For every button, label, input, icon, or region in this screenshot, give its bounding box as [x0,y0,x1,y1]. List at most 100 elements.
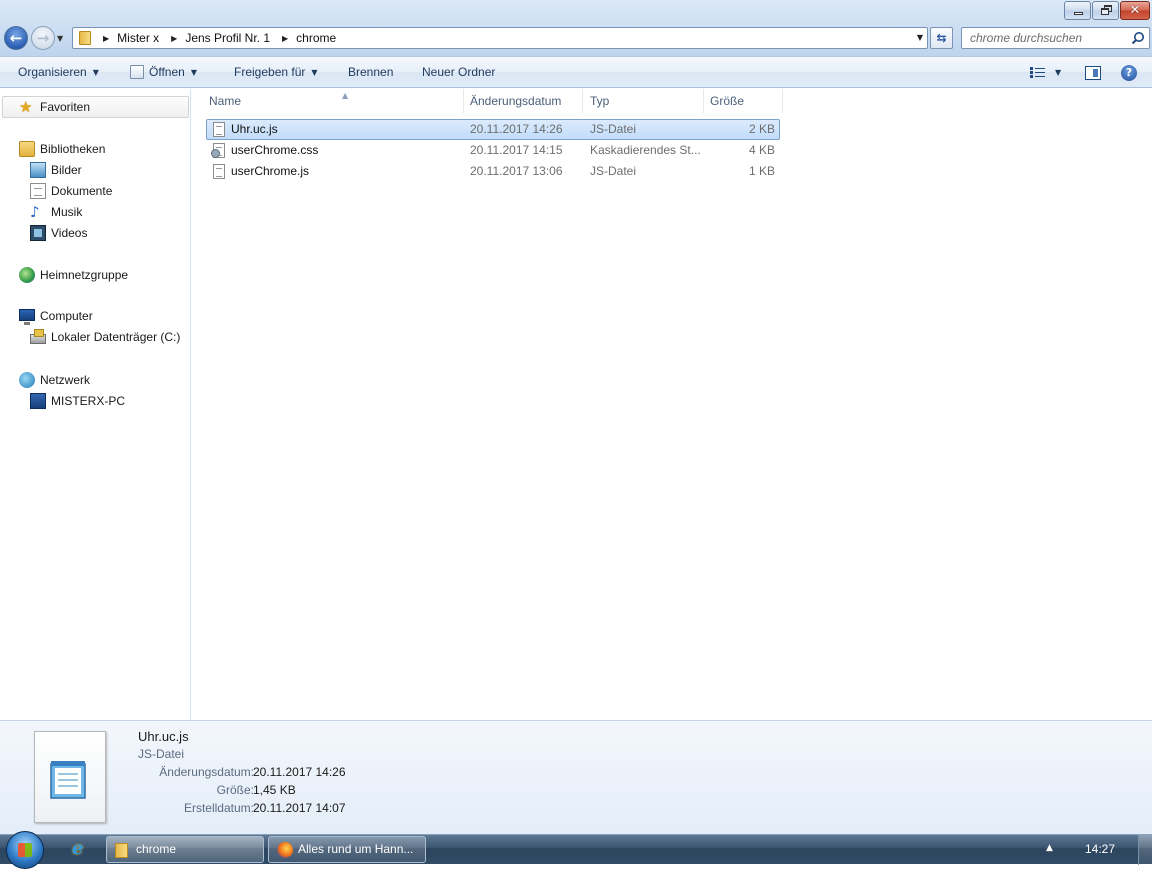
refresh-button[interactable]: ⇆ [930,27,953,49]
sidebar-item-local-disk[interactable]: Lokaler Datenträger (C:) [30,329,180,344]
sidebar-item-pc[interactable]: MISTERX-PC [30,393,125,409]
search-box[interactable] [961,27,1150,49]
taskbar-explorer-button[interactable]: chrome [106,836,264,863]
restore-icon-back [1101,8,1109,15]
show-hidden-icons-icon[interactable]: ▲ [1046,843,1053,853]
share-label: Freigeben für [234,65,306,79]
file-name: Uhr.uc.js [231,122,278,136]
sidebar-item-computer[interactable]: Computer [19,309,93,325]
file-date: 20.11.2017 14:15 [470,143,563,157]
chevron-down-icon: ▼ [92,68,99,77]
column-header-type[interactable]: Typ [585,89,704,113]
breadcrumb-item[interactable]: chrome [296,31,336,45]
search-input[interactable] [962,28,1126,48]
column-header-label: Typ [590,94,610,108]
folder-icon [115,843,128,858]
table-row[interactable]: Uhr.uc.js 20.11.2017 14:26 JS-Datei 2 KB [206,119,780,140]
sidebar-item-videos[interactable]: Videos [30,225,87,241]
chevron-down-icon: ▼ [311,68,318,77]
file-thumbnail [34,731,106,823]
column-header-size[interactable]: Größe [705,89,783,113]
file-name: userChrome.css [231,143,319,157]
back-button[interactable]: ← [4,26,28,50]
start-button[interactable] [6,831,44,869]
sidebar-item-label: Dokumente [51,184,113,198]
file-list: Name ▲ Änderungsdatum Typ Größe Uhr.uc.j… [192,89,1152,720]
details-value[interactable]: 20.11.2017 14:26 [253,765,346,779]
address-dropdown-icon[interactable]: ▼ [917,33,923,42]
view-dropdown-icon[interactable]: ▼ [1055,68,1061,77]
table-row[interactable]: userChrome.css 20.11.2017 14:15 Kaskadie… [206,140,780,161]
sidebar-item-label: MISTERX-PC [51,394,126,408]
minimize-button[interactable] [1064,1,1091,20]
sidebar-item-music[interactable]: ♪ Musik [30,204,82,220]
file-type: JS-Datei [590,122,637,136]
sidebar-item-label: Computer [40,309,93,323]
file-name: userChrome.js [231,164,310,178]
sidebar-item-label: Videos [51,226,88,240]
forward-button[interactable]: → [31,26,55,50]
breadcrumb-separator-icon[interactable]: ▶ [103,34,109,43]
view-options-icon[interactable] [1030,67,1045,78]
close-button[interactable]: ✕ [1120,1,1150,20]
burn-label: Brennen [348,65,394,79]
column-header-label: Änderungsdatum [470,94,562,108]
chevron-down-icon: ▼ [190,68,197,77]
search-icon[interactable] [1131,31,1145,45]
details-modified-row: Änderungsdatum: 20.11.2017 14:26 [138,765,438,783]
taskbar-label: Alles rund um Hann... [298,842,414,856]
details-label: Änderungsdatum: [159,765,254,779]
details-file-type: JS-Datei [138,747,185,761]
taskbar-firefox-button[interactable]: Alles rund um Hann... [268,836,426,863]
taskbar: e chrome Alles rund um Hann... ▲ 14:27 [0,831,1152,869]
clock[interactable]: 14:27 [1085,842,1115,856]
title-bar: ✕ ← → ▼ ▶ Mister x ▶ Jens Profil Nr. 1 ▶… [0,0,1152,56]
documents-icon [30,183,46,199]
open-button[interactable]: Öffnen ▼ [130,65,197,79]
command-bar: Organisieren ▼ Öffnen ▼ Freigeben für ▼ Bre… [0,56,1152,88]
breadcrumb-separator-icon[interactable]: ▶ [171,34,177,43]
details-value[interactable]: 20.11.2017 14:07 [253,801,346,815]
organize-button[interactable]: Organisieren ▼ [18,65,99,79]
burn-button[interactable]: Brennen [348,65,393,79]
notepad-icon [130,65,144,79]
column-header-date[interactable]: Änderungsdatum [465,89,583,113]
recent-pages-dropdown[interactable]: ▼ [57,34,63,43]
folder-icon [79,31,91,45]
sidebar-item-libraries[interactable]: Bibliotheken [19,141,105,157]
file-date: 20.11.2017 14:26 [470,122,563,136]
script-file-icon [213,122,225,137]
library-icon [19,141,35,157]
internet-explorer-icon[interactable]: e [72,840,90,858]
sidebar-item-label: Bibliotheken [40,142,106,156]
file-size: 2 KB [748,122,775,136]
details-pane: Uhr.uc.js JS-Datei Änderungsdatum: 20.11… [0,720,1152,834]
firefox-icon [277,842,293,858]
new-folder-label: Neuer Ordner [422,65,496,79]
homegroup-icon [19,267,35,283]
help-icon[interactable]: ? [1121,65,1137,81]
notepad-icon [50,761,86,799]
preview-pane-icon[interactable] [1085,66,1101,80]
sidebar-item-documents[interactable]: Dokumente [30,183,112,199]
share-button[interactable]: Freigeben für ▼ [234,65,318,79]
file-date: 20.11.2017 13:06 [470,164,563,178]
sidebar-item-homegroup[interactable]: Heimnetzgruppe [19,267,128,283]
column-header-name[interactable]: Name ▲ [204,89,464,113]
table-row[interactable]: userChrome.js 20.11.2017 13:06 JS-Datei … [206,161,780,182]
stylesheet-file-icon [211,143,225,158]
sidebar-item-label: Favoriten [40,100,91,114]
close-icon: ✕ [1129,3,1141,18]
sidebar-item-favorites[interactable]: ★ Favoriten [19,99,90,115]
breadcrumb-item[interactable]: Mister x [117,31,159,45]
show-desktop-button[interactable] [1138,835,1152,865]
breadcrumb-item[interactable]: Jens Profil Nr. 1 [185,31,270,45]
organize-label: Organisieren [18,65,87,79]
address-bar[interactable]: ▶ Mister x ▶ Jens Profil Nr. 1 ▶ chrome … [72,27,928,49]
sidebar-item-network[interactable]: Netzwerk [19,372,90,388]
new-folder-button[interactable]: Neuer Ordner [422,65,495,79]
sidebar-item-pictures[interactable]: Bilder [30,162,82,178]
maximize-button[interactable] [1092,1,1119,20]
breadcrumb-separator-icon[interactable]: ▶ [282,34,288,43]
open-label: Öffnen [149,65,185,79]
